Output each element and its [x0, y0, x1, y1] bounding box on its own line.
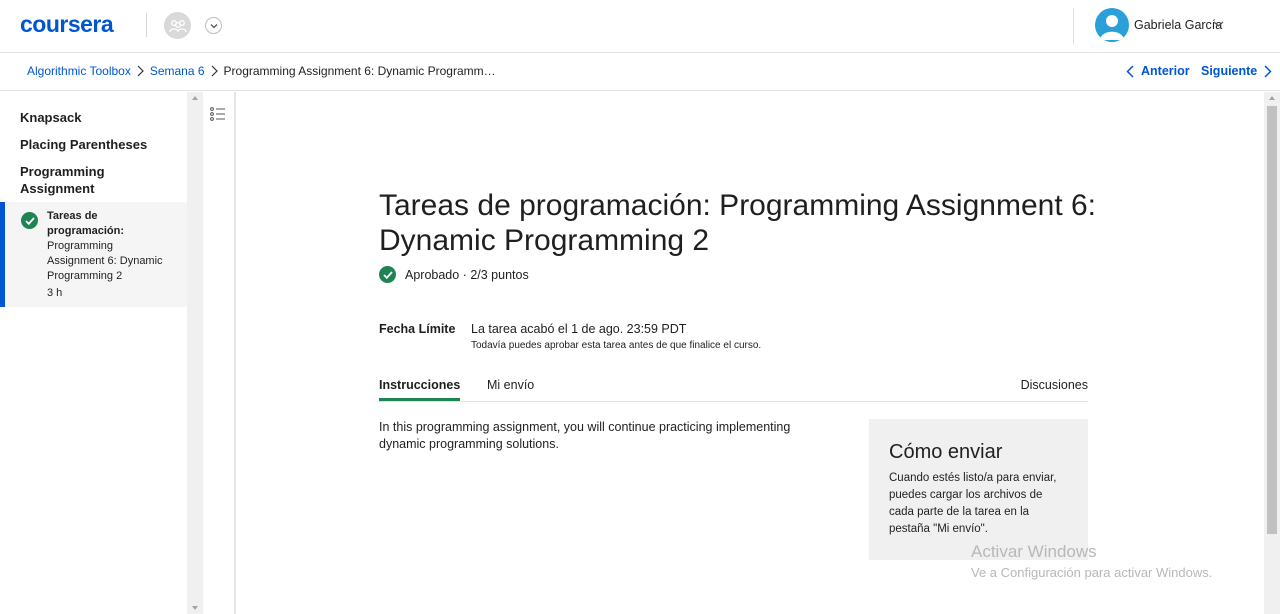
- top-header: coursera Gabriela García: [0, 0, 1280, 53]
- toc-toggle-column: [203, 92, 236, 614]
- sidebar-item-label: Tareas de programación: Programming Assi…: [47, 209, 172, 284]
- sidebar-item-knapsack[interactable]: Knapsack: [20, 109, 81, 126]
- main-scrollbar[interactable]: [1264, 92, 1280, 614]
- how-to-submit-body: Cuando estés listo/a para enviar, puedes…: [889, 472, 1057, 535]
- sidebar-scrollbar[interactable]: [187, 92, 203, 614]
- how-to-submit-title: Cómo enviar: [889, 441, 1003, 463]
- assignment-tabs: Instrucciones Mi envío Discusiones: [379, 371, 1088, 402]
- chevron-right-icon: [1264, 64, 1272, 78]
- breadcrumb-current: Programming Assignment 6: Dynamic Progra…: [223, 64, 496, 78]
- user-name[interactable]: Gabriela García: [1134, 18, 1222, 32]
- deadline-note: Todavía puedes aprobar esta tarea antes …: [471, 340, 762, 351]
- user-avatar-icon: [1100, 15, 1124, 40]
- chevron-left-icon: [1126, 64, 1134, 78]
- chevron-down-icon: [210, 23, 217, 28]
- sidebar-item-duration: 3 h: [47, 287, 63, 299]
- check-circle-icon: [21, 212, 38, 229]
- user-divider: [1073, 8, 1074, 45]
- list-icon[interactable]: [210, 106, 226, 122]
- sidebar-item-programming-assignment[interactable]: Programming Assignment: [20, 163, 130, 197]
- chevron-right-icon: [137, 65, 144, 77]
- breadcrumb: Algorithmic Toolbox Semana 6 Programming…: [27, 64, 496, 78]
- coursera-logo[interactable]: coursera: [20, 11, 114, 38]
- next-label: Siguiente: [1201, 64, 1258, 78]
- tab-my-submission[interactable]: Mi envío: [487, 378, 534, 392]
- sidebar-item-name: Programming Assignment 6: Dynamic Progra…: [47, 240, 163, 282]
- breadcrumb-bar: Algorithmic Toolbox Semana 6 Programming…: [0, 53, 1280, 91]
- avatar[interactable]: [1095, 8, 1129, 42]
- how-to-submit-panel: Cómo enviar Cuando estés listo/a para en…: [869, 419, 1088, 560]
- previous-label: Anterior: [1141, 64, 1190, 78]
- chevron-down-icon[interactable]: [1213, 20, 1224, 28]
- next-button[interactable]: Siguiente: [1201, 64, 1272, 78]
- scroll-up-icon[interactable]: [191, 95, 199, 101]
- tab-discussions[interactable]: Discusiones: [1021, 378, 1088, 392]
- page-title: Tareas de programación: Programming Assi…: [379, 189, 1097, 257]
- scroll-up-icon[interactable]: [1268, 95, 1276, 101]
- learning-group-button[interactable]: [164, 12, 191, 39]
- sidebar-item-placing-parentheses[interactable]: Placing Parentheses: [20, 136, 147, 153]
- chevron-right-icon: [211, 65, 218, 77]
- course-sidebar: Knapsack Placing Parentheses Programming…: [0, 92, 187, 614]
- check-circle-icon: [379, 266, 396, 283]
- header-divider: [146, 13, 147, 37]
- breadcrumb-course[interactable]: Algorithmic Toolbox: [27, 64, 131, 78]
- breadcrumb-week[interactable]: Semana 6: [150, 64, 205, 78]
- deadline-value: La tarea acabó el 1 de ago. 23:59 PDT: [471, 322, 687, 336]
- scrollbar-thumb[interactable]: [1267, 106, 1277, 534]
- sidebar-item-active-assignment[interactable]: Tareas de programación: Programming Assi…: [0, 202, 187, 307]
- scroll-down-icon[interactable]: [191, 605, 199, 611]
- tab-instructions[interactable]: Instrucciones: [379, 378, 461, 401]
- group-dropdown-button[interactable]: [205, 17, 222, 34]
- status-text: Aprobado · 2/3 puntos: [405, 267, 529, 282]
- windows-activation-watermark: Activar Windows: [971, 542, 1097, 561]
- sidebar-item-type: Tareas de programación:: [47, 210, 125, 237]
- grade-status: Aprobado · 2/3 puntos: [379, 266, 529, 283]
- previous-button[interactable]: Anterior: [1126, 64, 1190, 78]
- instructions-text: In this programming assignment, you will…: [379, 420, 791, 451]
- people-icon: [168, 19, 187, 32]
- deadline-label: Fecha Límite: [379, 322, 456, 336]
- windows-activation-hint: Ve a Configuración para activar Windows.: [971, 565, 1213, 580]
